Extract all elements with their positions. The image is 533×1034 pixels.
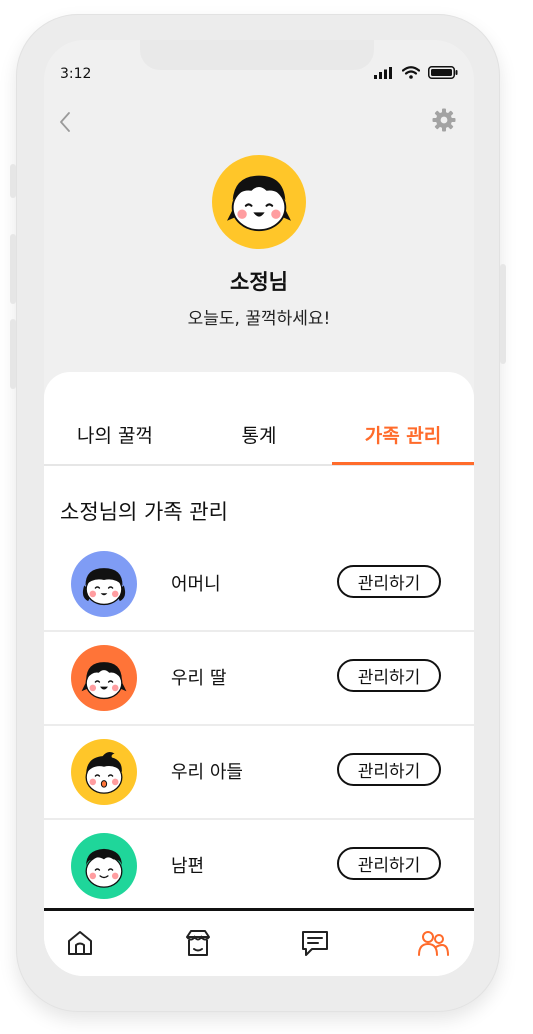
profile-name: 소정님 (230, 270, 288, 294)
wifi-icon (402, 66, 420, 79)
family-member-name: 어머니 (171, 574, 221, 595)
family-row-mother: 어머니 관리하기 (44, 538, 474, 632)
avatar-daughter (71, 645, 137, 711)
bottom-nav (44, 908, 474, 976)
phone-side-button (10, 234, 16, 304)
section-title: 소정님의 가족 관리 (60, 500, 228, 524)
family-member-name: 남편 (171, 856, 205, 877)
chevron-left-icon[interactable] (56, 110, 76, 134)
tab-bar: 나의 꿀꺽 통계 가족 관리 (44, 412, 474, 466)
profile-greeting: 오늘도, 꿀꺽하세요! (187, 309, 331, 329)
phone-notch (140, 40, 374, 70)
family-member-name: 우리 아들 (171, 762, 243, 783)
avatar-husband (71, 833, 137, 899)
avatar-son (71, 739, 137, 805)
tab-my-kkulkkeok[interactable]: 나의 꿀꺽 (44, 412, 186, 464)
signal-icon (374, 66, 392, 79)
manage-husband-button[interactable]: 관리하기 (337, 847, 441, 880)
active-tab-indicator (332, 462, 474, 465)
phone-side-button (500, 264, 506, 364)
avatar-mother (71, 551, 137, 617)
family-row-daughter: 우리 딸 관리하기 (44, 632, 474, 726)
family-list: 어머니 관리하기 우리 딸 관리하기 우리 아들 관리하기 남편 관리하기 (44, 538, 474, 912)
home-icon[interactable] (64, 927, 96, 959)
family-row-husband: 남편 관리하기 (44, 820, 474, 912)
family-row-son: 우리 아들 관리하기 (44, 726, 474, 820)
status-icons (374, 66, 458, 79)
content-card: 나의 꿀꺽 통계 가족 관리 소정님의 가족 관리 어머니 관리하기 우리 딸 … (44, 372, 474, 976)
shop-icon[interactable] (182, 927, 214, 959)
tab-statistics[interactable]: 통계 (186, 412, 332, 464)
family-member-name: 우리 딸 (171, 668, 227, 689)
chat-icon[interactable] (299, 927, 331, 959)
battery-icon (428, 66, 458, 79)
phone-side-button (10, 319, 16, 389)
gear-icon[interactable] (432, 108, 456, 132)
status-time: 3:12 (60, 66, 92, 82)
profile-avatar (212, 155, 306, 249)
family-icon[interactable] (417, 927, 449, 959)
manage-son-button[interactable]: 관리하기 (337, 753, 441, 786)
manage-daughter-button[interactable]: 관리하기 (337, 659, 441, 692)
phone-side-button (10, 164, 16, 198)
manage-mother-button[interactable]: 관리하기 (337, 565, 441, 598)
tab-family-management[interactable]: 가족 관리 (332, 412, 474, 464)
app-screen: 3:12 소정님 오늘도, 꿀꺽하세요! 나의 꿀꺽 통계 가족 관리 소정님의… (44, 40, 474, 976)
